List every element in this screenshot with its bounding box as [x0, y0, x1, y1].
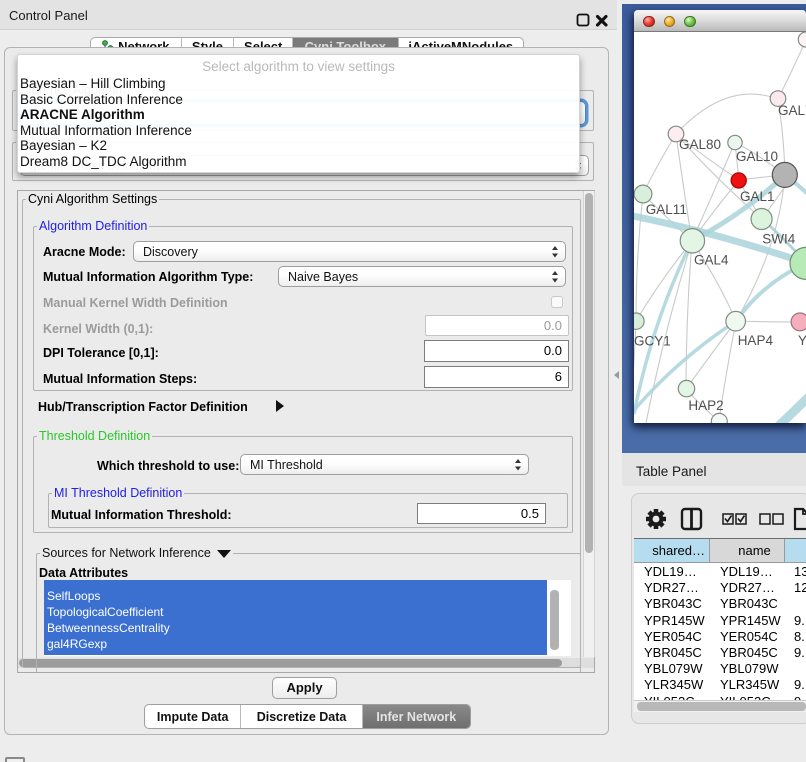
svg-text:HAP2: HAP2 [688, 398, 723, 413]
svg-text:GAL11: GAL11 [646, 202, 687, 217]
svg-text:GAL4: GAL4 [694, 253, 729, 268]
svg-text:Y: Y [798, 333, 806, 348]
svg-text:GAL1: GAL1 [740, 189, 775, 204]
svg-text:GCY1: GCY1 [634, 334, 671, 349]
svg-text:HAP4: HAP4 [738, 333, 774, 348]
svg-text:GAL80: GAL80 [679, 137, 721, 152]
svg-text:GAL7: GAL7 [778, 103, 806, 118]
svg-text:GAL10: GAL10 [736, 149, 778, 164]
svg-text:SWI4: SWI4 [762, 232, 795, 247]
